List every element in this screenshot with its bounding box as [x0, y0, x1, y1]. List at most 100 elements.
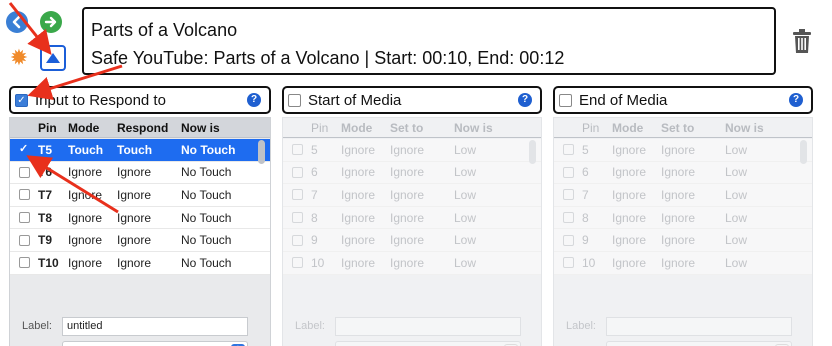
row-checkbox[interactable] [19, 212, 30, 224]
mode-cell: Ignore [68, 210, 103, 225]
column-header: Respond [117, 120, 169, 135]
column-header: Pin [311, 120, 329, 135]
row-checkbox[interactable] [563, 212, 574, 224]
now-is-cell: Low [454, 233, 477, 248]
panel-start-media: Start of Media ? Pin Mode Set to Now is … [282, 86, 542, 346]
media-title-box[interactable]: Parts of a Volcano Safe YouTube: Parts o… [82, 7, 776, 75]
row-checkbox[interactable] [19, 189, 30, 201]
mode-cell: Ignore [612, 187, 647, 202]
pin-row[interactable]: 5 Ignore Ignore Low [283, 139, 541, 162]
table-scrollbar[interactable] [258, 140, 265, 164]
pin-cell: T7 [38, 187, 53, 202]
row-checkbox[interactable] [563, 257, 574, 269]
row-checkbox[interactable] [292, 166, 303, 178]
pin-row[interactable]: T10 Ignore Ignore No Touch [10, 251, 270, 275]
pin-table: Pin Mode Set to Now is 5 Ignore Ignore L… [282, 117, 542, 346]
pin-cell: 6 [582, 165, 589, 180]
gear-icon[interactable]: ✹ [8, 47, 30, 69]
pin-cell: 10 [311, 255, 325, 270]
now-is-cell: Low [725, 233, 748, 248]
set-cell: Ignore [661, 255, 696, 270]
mode-cell: Ignore [612, 233, 647, 248]
mode-cell: Ignore [68, 233, 103, 248]
row-checkbox[interactable] [292, 234, 303, 246]
row-checkbox[interactable] [292, 257, 303, 269]
pin-cell: 8 [311, 210, 318, 225]
row-checkbox[interactable] [563, 166, 574, 178]
column-header: Set to [390, 120, 424, 135]
label-caption: Label: [295, 320, 325, 332]
row-checkbox[interactable]: ✓ [19, 144, 30, 155]
pin-row[interactable]: 5 Ignore Ignore Low [554, 139, 812, 162]
now-is-cell: No Touch [181, 233, 232, 248]
help-icon[interactable]: ? [247, 93, 261, 107]
row-checkbox[interactable] [19, 257, 30, 269]
set-cell: Ignore [390, 165, 425, 180]
label-input[interactable] [335, 317, 521, 336]
trash-icon[interactable] [791, 28, 813, 54]
label-caption: Label: [566, 320, 596, 332]
panel-end-media: End of Media ? Pin Mode Set to Now is 5 … [553, 86, 813, 346]
mode-cell: Ignore [612, 255, 647, 270]
pin-row[interactable]: T6 Ignore Ignore No Touch [10, 161, 270, 185]
panel-enable-checkbox[interactable] [288, 93, 301, 107]
table-scrollbar[interactable] [800, 140, 807, 164]
table-header: Pin Mode Set to Now is [554, 118, 812, 138]
upload-icon[interactable] [40, 45, 66, 71]
now-is-cell: No Touch [181, 142, 236, 157]
back-arrow-icon[interactable] [6, 11, 28, 33]
pin-cell: T8 [38, 210, 53, 225]
mode-select[interactable]: ▲▼ [335, 341, 521, 346]
help-icon[interactable]: ? [518, 93, 532, 107]
now-is-cell: Low [725, 165, 748, 180]
panel-enable-checkbox[interactable]: ✓ [15, 93, 28, 107]
panel-header-start-media: Start of Media ? [282, 86, 542, 114]
pin-row[interactable]: 10 Ignore Ignore Low [554, 251, 812, 275]
row-checkbox[interactable] [563, 144, 574, 156]
pin-row[interactable]: 7 Ignore Ignore Low [554, 184, 812, 207]
media-title: Parts of a Volcano [91, 20, 238, 40]
row-checkbox[interactable] [19, 234, 30, 246]
row-checkbox[interactable] [292, 212, 303, 224]
mode-select[interactable]: ▲▼ [606, 341, 792, 346]
mode-select[interactable]: Touch ▲▼ [62, 341, 248, 346]
now-is-cell: No Touch [181, 255, 232, 270]
pin-row[interactable]: 10 Ignore Ignore Low [283, 251, 541, 275]
pin-row[interactable]: 9 Ignore Ignore Low [554, 229, 812, 252]
now-is-cell: Low [725, 187, 748, 202]
pin-row[interactable]: 6 Ignore Ignore Low [554, 161, 812, 185]
pin-row[interactable]: ✓ T5 Touch Touch No Touch [10, 139, 270, 162]
column-header: Pin [582, 120, 600, 135]
pin-row[interactable]: 8 Ignore Ignore Low [554, 206, 812, 230]
pin-row[interactable]: 7 Ignore Ignore Low [283, 184, 541, 207]
panel-title: End of Media [579, 91, 668, 109]
pin-row[interactable]: 8 Ignore Ignore Low [283, 206, 541, 230]
row-checkbox[interactable] [292, 189, 303, 201]
panel-title: Start of Media [308, 91, 402, 109]
pin-row[interactable]: T7 Ignore Ignore No Touch [10, 184, 270, 207]
pin-row[interactable]: 9 Ignore Ignore Low [283, 229, 541, 252]
mode-cell: Ignore [341, 233, 376, 248]
table-scrollbar[interactable] [529, 140, 536, 164]
label-input[interactable]: untitled [62, 317, 248, 336]
row-checkbox[interactable] [292, 144, 303, 156]
pin-row[interactable]: T8 Ignore Ignore No Touch [10, 206, 270, 230]
pin-row[interactable]: 6 Ignore Ignore Low [283, 161, 541, 185]
now-is-cell: Low [454, 255, 477, 270]
set-cell: Ignore [661, 165, 696, 180]
row-checkbox[interactable] [19, 166, 30, 178]
pin-cell: T6 [38, 165, 53, 180]
pin-row[interactable]: T9 Ignore Ignore No Touch [10, 229, 270, 252]
panel-enable-checkbox[interactable] [559, 93, 572, 107]
now-is-cell: Low [725, 210, 748, 225]
label-input[interactable] [606, 317, 792, 336]
mode-cell: Ignore [612, 165, 647, 180]
row-checkbox[interactable] [563, 189, 574, 201]
media-subtitle: Safe YouTube: Parts of a Volcano | Start… [91, 48, 565, 68]
pin-cell: T5 [38, 142, 53, 157]
row-checkbox[interactable] [563, 234, 574, 246]
help-icon[interactable]: ? [789, 93, 803, 107]
next-arrow-icon[interactable] [40, 11, 62, 33]
mode-cell: Ignore [68, 187, 103, 202]
set-cell: Ignore [661, 210, 696, 225]
